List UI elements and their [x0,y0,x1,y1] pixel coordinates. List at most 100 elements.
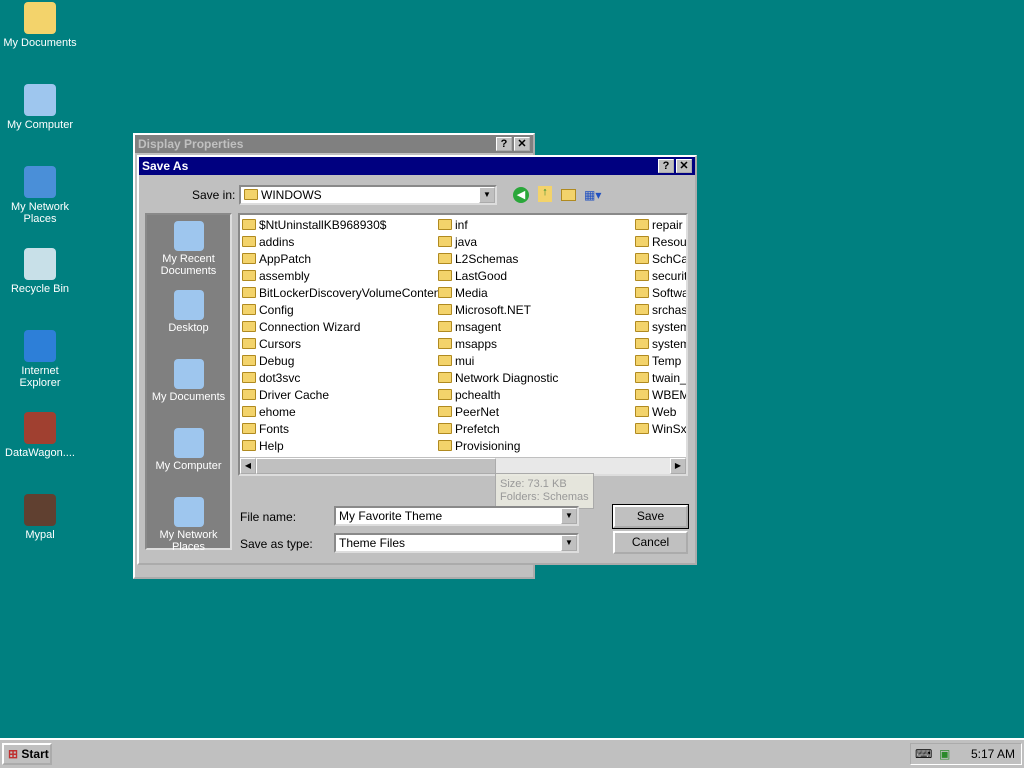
folder-item[interactable]: PeerNet [438,404,558,421]
folder-item[interactable]: msapps [438,336,558,353]
places-label: My Network Places [159,529,218,553]
folder-icon [635,355,649,366]
scroll-right-button[interactable]: ▶ [670,458,686,474]
keyboard-icon[interactable]: ⌨ [915,744,932,764]
folder-item[interactable]: Network Diagnostic [438,370,558,387]
folder-item[interactable]: Resour [635,234,686,251]
folder-name: Web [652,405,677,419]
folder-item[interactable]: WBEM [635,387,686,404]
folder-item[interactable]: system3 [635,336,686,353]
folder-item[interactable]: Cursors [242,336,450,353]
desktop-icon[interactable]: Internet Explorer [0,330,80,389]
folder-icon [438,321,452,332]
folder-item[interactable]: $NtUninstallKB968930$ [242,217,450,234]
view-menu-icon[interactable]: ▦▾ [584,188,606,202]
folder-name: AppPatch [259,252,312,266]
start-button[interactable]: ⊞ Start [2,743,52,765]
folder-item[interactable]: twain_3 [635,370,686,387]
folder-name: L2Schemas [455,252,519,266]
folder-item[interactable]: assembly [242,268,450,285]
clock[interactable]: 5:17 AM [971,744,1015,764]
desktop-icon[interactable]: My Network Places [0,166,80,225]
new-folder-icon[interactable] [561,189,576,201]
help-button[interactable]: ? [658,159,674,173]
close-button[interactable]: ✕ [514,137,530,151]
folder-item[interactable]: WinSxS [635,421,686,438]
folder-item[interactable]: Debug [242,353,450,370]
places-item[interactable]: My Documents [147,359,230,422]
help-button[interactable]: ? [496,137,512,151]
places-item[interactable]: My Computer [147,428,230,491]
chevron-down-icon[interactable]: ▼ [561,535,577,551]
back-icon[interactable]: ◀ [513,187,529,203]
up-folder-icon[interactable]: ↑ [538,186,552,202]
datawagon-shortcut-icon [24,412,56,444]
desktop-icon[interactable]: Mypal [0,494,80,541]
folder-item[interactable]: Connection Wizard [242,319,450,336]
folder-icon [635,270,649,281]
folder-item[interactable]: Softwa [635,285,686,302]
folder-icon [438,287,452,298]
file-name-input[interactable]: My Favorite Theme ▼ [334,506,579,526]
folder-name: Connection Wizard [259,320,361,334]
places-item[interactable]: My Recent Documents [147,221,230,284]
folder-icon [242,338,256,349]
desktop-icon[interactable]: Recycle Bin [0,248,80,295]
folder-item[interactable]: inf [438,217,558,234]
scroll-left-button[interactable]: ◀ [240,458,256,474]
folder-icon [438,423,452,434]
folder-item[interactable]: system [635,319,686,336]
chevron-down-icon[interactable]: ▼ [561,508,577,524]
desktop-icon[interactable]: DataWagon.... [0,412,80,459]
desktop-icon[interactable]: My Computer [0,84,80,131]
folder-item[interactable]: Web [635,404,686,421]
folder-item[interactable]: AppPatch [242,251,450,268]
folder-item[interactable]: Help [242,438,450,455]
folder-item[interactable]: msagent [438,319,558,336]
folder-item[interactable]: dot3svc [242,370,450,387]
folder-item[interactable]: L2Schemas [438,251,558,268]
close-button[interactable]: ✕ [676,159,692,173]
windows-logo-icon: ⊞ [8,747,19,761]
folder-item[interactable]: addins [242,234,450,251]
folder-item[interactable]: pchealth [438,387,558,404]
folder-item[interactable]: repair [635,217,686,234]
folder-item[interactable]: LastGood [438,268,558,285]
folder-item[interactable]: Provisioning [438,438,558,455]
folder-icon [438,389,452,400]
scroll-thumb[interactable] [256,458,496,474]
folder-item[interactable]: Media [438,285,558,302]
chevron-down-icon[interactable]: ▼ [479,187,495,203]
folder-item[interactable]: Driver Cache [242,387,450,404]
folder-item[interactable]: mui [438,353,558,370]
cancel-button[interactable]: Cancel [613,531,688,554]
folder-item[interactable]: Config [242,302,450,319]
folder-name: srchass [652,303,688,317]
folder-item[interactable]: java [438,234,558,251]
folder-item[interactable]: Microsoft.NET [438,302,558,319]
save-button[interactable]: Save [612,504,689,529]
places-item[interactable]: My Network Places [147,497,230,560]
folder-item[interactable]: SchCa [635,251,686,268]
folder-item[interactable]: Fonts [242,421,450,438]
folder-item[interactable]: Prefetch [438,421,558,438]
desktop-icon[interactable]: My Documents [0,2,80,49]
file-list[interactable]: $NtUninstallKB968930$ addins AppPatch assem… [238,213,688,476]
places-item[interactable]: Desktop [147,290,230,353]
folder-item[interactable]: security [635,268,686,285]
folder-icon [242,236,256,247]
folder-icon [438,372,452,383]
folder-name: repair [652,218,683,232]
folder-icon [438,219,452,230]
network-tray-icon[interactable]: ▣ [939,744,950,764]
folder-item[interactable]: srchass [635,302,688,319]
folder-icon [635,287,649,298]
folder-item[interactable]: Temp [635,353,686,370]
folder-item[interactable]: ehome [242,404,450,421]
save-as-type-dropdown[interactable]: Theme Files ▼ [334,533,579,553]
folder-item[interactable]: BitLockerDiscoveryVolumeContents [242,285,450,302]
save-in-dropdown[interactable]: WINDOWS ▼ [239,185,497,205]
folder-icon [635,304,649,315]
horizontal-scrollbar[interactable]: ◀ ▶ [240,457,686,474]
recycle-bin-icon [24,248,56,280]
